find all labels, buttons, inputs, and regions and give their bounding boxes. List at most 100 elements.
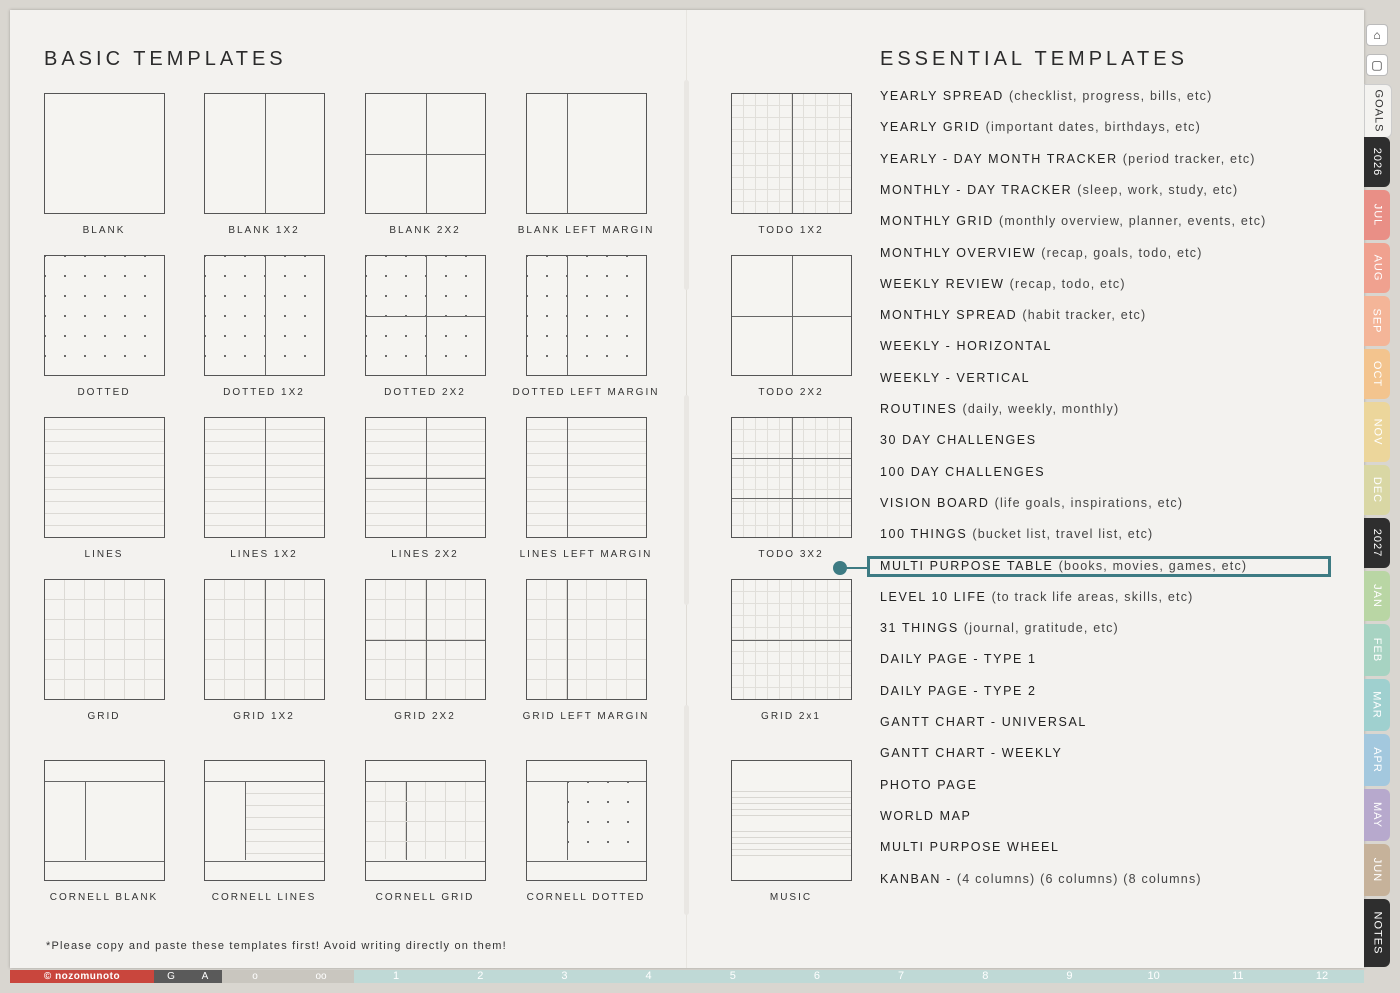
template-thumbnail[interactable] <box>731 579 852 700</box>
template-label: DOTTED LEFT MARGIN <box>512 387 660 398</box>
template-thumbnail[interactable] <box>204 579 325 700</box>
home-icon[interactable]: ⌂ <box>1366 24 1388 46</box>
template-thumbnail[interactable] <box>44 579 165 700</box>
template-thumbnail[interactable] <box>526 255 647 376</box>
side-tab-feb[interactable]: FEB <box>1364 624 1390 676</box>
month-link[interactable]: 9 <box>1027 970 1111 983</box>
template-thumbnail[interactable] <box>204 93 325 214</box>
nav-segment-a[interactable]: A <box>188 970 222 983</box>
side-tab-jan[interactable]: JAN <box>1364 571 1390 621</box>
essential-template-link[interactable]: 30 DAY CHALLENGES <box>880 433 1037 447</box>
template-thumbnail[interactable] <box>731 255 852 376</box>
month-link[interactable]: 1 <box>354 970 438 983</box>
side-tab-notes[interactable]: NOTES <box>1364 899 1390 967</box>
side-tab-goals[interactable]: GOALS <box>1364 84 1392 138</box>
essential-template-link[interactable]: KANBAN - (4 columns) (6 columns) (8 colu… <box>880 872 1202 886</box>
month-link[interactable]: 5 <box>691 970 775 983</box>
essential-template-link[interactable]: MONTHLY GRID (monthly overview, planner,… <box>880 214 1267 228</box>
side-tab-oct[interactable]: OCT <box>1364 349 1390 399</box>
divider-line <box>567 94 568 213</box>
divider-line <box>205 861 324 862</box>
essential-template-link[interactable]: YEARLY SPREAD (checklist, progress, bill… <box>880 89 1212 103</box>
side-tab-aug[interactable]: AUG <box>1364 243 1390 293</box>
essential-template-link[interactable]: WORLD MAP <box>880 809 972 823</box>
month-link[interactable]: 8 <box>943 970 1027 983</box>
template-name: WEEKLY REVIEW <box>880 276 1005 291</box>
essential-template-link[interactable]: 100 THINGS (bucket list, travel list, et… <box>880 527 1153 541</box>
month-link[interactable]: 3 <box>522 970 606 983</box>
side-tab-sep[interactable]: SEP <box>1364 296 1390 346</box>
square-icon[interactable]: ▢ <box>1366 54 1388 76</box>
essential-template-link[interactable]: MONTHLY OVERVIEW (recap, goals, todo, et… <box>880 246 1203 260</box>
side-tab-dec[interactable]: DEC <box>1364 465 1390 515</box>
template-thumbnail[interactable] <box>365 93 486 214</box>
side-tab-label: JUN <box>1370 857 1383 883</box>
essential-template-link[interactable]: GANTT CHART - UNIVERSAL <box>880 715 1087 729</box>
template-thumbnail[interactable] <box>731 93 852 214</box>
nav-segment-oo[interactable]: oo <box>288 970 354 983</box>
template-label: BLANK 2X2 <box>389 225 461 236</box>
essential-template-link[interactable]: LEVEL 10 LIFE (to track life areas, skil… <box>880 590 1194 604</box>
essential-template-link[interactable]: WEEKLY - VERTICAL <box>880 371 1030 385</box>
template-thumbnail[interactable] <box>44 93 165 214</box>
side-tab-nov[interactable]: NOV <box>1364 402 1390 462</box>
side-tab-mar[interactable]: MAR <box>1364 679 1390 731</box>
essential-template-link[interactable]: MULTI PURPOSE WHEEL <box>880 840 1060 854</box>
essential-template-link[interactable]: VISION BOARD (life goals, inspirations, … <box>880 496 1183 510</box>
month-link[interactable]: 7 <box>859 970 943 983</box>
template-thumbnail[interactable] <box>44 417 165 538</box>
essential-template-link[interactable]: WEEKLY REVIEW (recap, todo, etc) <box>880 277 1126 291</box>
template-thumbnail[interactable] <box>731 760 852 881</box>
template-name: 30 DAY CHALLENGES <box>880 433 1037 448</box>
essential-template-link[interactable]: MONTHLY - DAY TRACKER (sleep, work, stud… <box>880 183 1238 197</box>
side-tab-2027[interactable]: 2027 <box>1364 518 1390 568</box>
side-tab-apr[interactable]: APR <box>1364 734 1390 786</box>
essential-template-link[interactable]: DAILY PAGE - TYPE 1 <box>880 652 1037 666</box>
essential-template-link[interactable]: WEEKLY - HORIZONTAL <box>880 339 1052 353</box>
template-label: DOTTED 2X2 <box>384 387 466 398</box>
template-thumbnail[interactable] <box>526 760 647 881</box>
template-thumbnail[interactable] <box>731 417 852 538</box>
side-tab-2026[interactable]: 2026 <box>1364 137 1390 187</box>
side-tab-may[interactable]: MAY <box>1364 789 1390 841</box>
month-link[interactable]: 4 <box>607 970 691 983</box>
essential-template-link[interactable]: GANTT CHART - WEEKLY <box>880 746 1063 760</box>
side-tab-jun[interactable]: JUN <box>1364 844 1390 896</box>
template-thumbnail[interactable] <box>204 417 325 538</box>
essential-template-link[interactable]: 31 THINGS (journal, gratitude, etc) <box>880 621 1119 635</box>
month-link[interactable]: 2 <box>438 970 522 983</box>
template-thumbnail[interactable] <box>526 93 647 214</box>
divider-line <box>366 316 485 317</box>
brand-label[interactable]: © nozomunoto <box>10 970 154 983</box>
template-note: (period tracker, etc) <box>1122 151 1256 166</box>
month-link[interactable]: 6 <box>775 970 859 983</box>
essential-template-link[interactable]: YEARLY - DAY MONTH TRACKER (period track… <box>880 152 1256 166</box>
template-thumbnail[interactable] <box>365 255 486 376</box>
template-thumbnail[interactable] <box>44 255 165 376</box>
staff-line <box>732 809 851 810</box>
nav-segment-g[interactable]: G <box>154 970 188 983</box>
side-tab-jul[interactable]: JUL <box>1364 190 1390 240</box>
month-link[interactable]: 12 <box>1280 970 1364 983</box>
template-note: (monthly overview, planner, events, etc) <box>998 214 1267 229</box>
nav-segment-o[interactable]: o <box>222 970 288 983</box>
template-thumbnail[interactable] <box>365 760 486 881</box>
essential-template-link[interactable]: ROUTINES (daily, weekly, monthly) <box>880 402 1119 416</box>
template-thumbnail[interactable] <box>526 579 647 700</box>
template-thumbnail[interactable] <box>204 760 325 881</box>
essential-template-link[interactable]: MONTHLY SPREAD (habit tracker, etc) <box>880 308 1146 322</box>
template-thumbnail[interactable] <box>365 417 486 538</box>
template-thumbnail[interactable] <box>204 255 325 376</box>
essential-template-link[interactable]: PHOTO PAGE <box>880 778 978 792</box>
template-thumbnail[interactable] <box>365 579 486 700</box>
template-thumbnail[interactable] <box>526 417 647 538</box>
essential-template-link[interactable]: YEARLY GRID (important dates, birthdays,… <box>880 120 1201 134</box>
month-link[interactable]: 11 <box>1196 970 1280 983</box>
basic-templates-title: BASIC TEMPLATES <box>44 48 287 70</box>
template-name: MULTI PURPOSE WHEEL <box>880 840 1060 855</box>
side-tab-label: MAR <box>1371 691 1384 719</box>
essential-template-link[interactable]: DAILY PAGE - TYPE 2 <box>880 684 1037 698</box>
template-thumbnail[interactable] <box>44 760 165 881</box>
month-link[interactable]: 10 <box>1112 970 1196 983</box>
essential-template-link[interactable]: 100 DAY CHALLENGES <box>880 465 1045 479</box>
